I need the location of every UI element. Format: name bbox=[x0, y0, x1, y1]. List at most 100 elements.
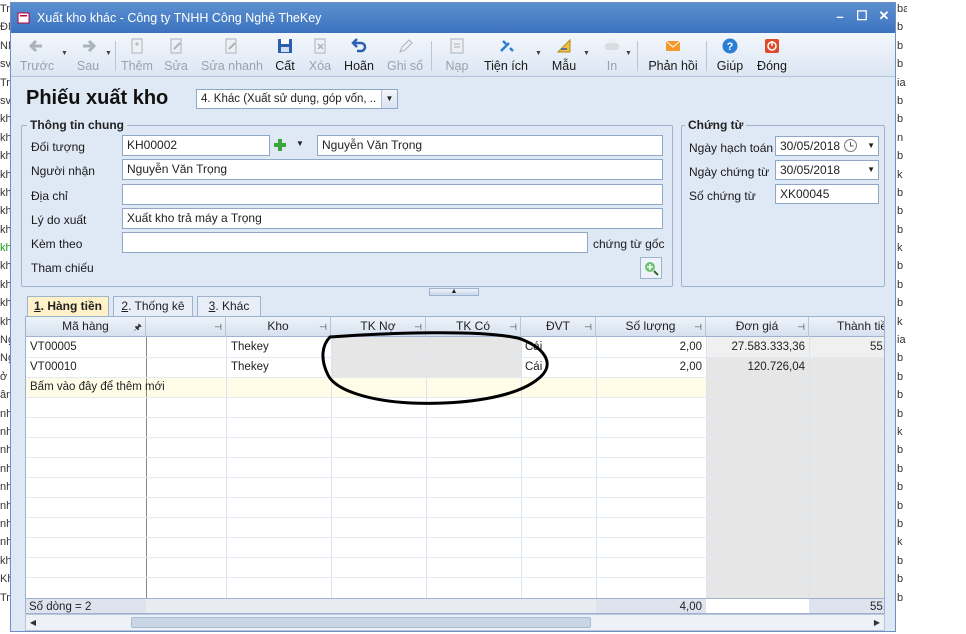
toolbar-label: Sau bbox=[76, 59, 100, 73]
cell-so-luong[interactable]: 2,00 bbox=[596, 357, 702, 377]
cell-don-gia[interactable]: 27.583.333,36 bbox=[706, 337, 805, 357]
kem-theo-input[interactable] bbox=[122, 232, 588, 253]
chevron-down-icon[interactable]: ▼ bbox=[535, 50, 542, 57]
toolbar-btn-phan-hoi[interactable]: Phản hồi bbox=[645, 36, 701, 73]
pin-icon[interactable]: ⊣ bbox=[694, 318, 702, 337]
doi-tuong-code-input[interactable]: KH00002 bbox=[122, 135, 270, 156]
chevron-down-icon[interactable]: ▼ bbox=[61, 50, 68, 57]
toolbar-btn-nap[interactable]: Nạp bbox=[443, 36, 471, 73]
cell-ma-hang[interactable]: VT00010 bbox=[30, 357, 77, 377]
minimize-button[interactable]: – bbox=[833, 9, 847, 24]
nguoi-nhan-input[interactable]: Nguyễn Văn Trọng bbox=[122, 159, 663, 180]
cell-so-luong[interactable]: 2,00 bbox=[596, 337, 702, 357]
tab-thong-ke[interactable]: 2. Thống kê bbox=[113, 296, 193, 316]
toolbar-btn-xoa[interactable]: Xóa bbox=[307, 36, 333, 73]
toolbar-btn-mau[interactable]: Mẫu bbox=[551, 36, 577, 73]
pin-icon[interactable]: ⊣ bbox=[797, 318, 805, 337]
col-thanh-tien[interactable]: Thành tiền bbox=[809, 317, 884, 337]
background-text: b bbox=[897, 150, 904, 163]
general-info-legend: Thông tin chung bbox=[27, 118, 127, 132]
chevron-down-icon[interactable]: ▼ bbox=[296, 139, 304, 148]
col-header-label: Thành tiền bbox=[837, 319, 884, 333]
window-xuat-kho-khac: Xuất kho khác - Công ty TNHH Công Nghệ T… bbox=[10, 2, 896, 632]
toolbar-label: Hoãn bbox=[344, 59, 374, 73]
ngay-chung-tu-input[interactable]: 30/05/2018 ▼ bbox=[775, 160, 879, 180]
envelope-icon bbox=[665, 40, 681, 51]
close-window-button[interactable]: ✕ bbox=[877, 8, 891, 23]
dia-chi-input[interactable] bbox=[122, 184, 663, 205]
toolbar-btn-ghi-so[interactable]: Ghi sổ bbox=[387, 36, 423, 73]
ly-do-input[interactable]: Xuất kho trả máy a Trọng bbox=[122, 208, 663, 229]
cell-kho[interactable]: Thekey bbox=[231, 357, 269, 377]
doi-tuong-name-input[interactable]: Nguyễn Văn Trọng bbox=[317, 135, 663, 156]
toolbar-label: Trước bbox=[19, 59, 55, 73]
cell-ma-hang[interactable]: VT00005 bbox=[30, 337, 77, 357]
new-document-icon bbox=[131, 38, 143, 54]
col-header-label: Kho bbox=[267, 319, 289, 333]
toolbar-btn-hoan[interactable]: Hoãn bbox=[343, 36, 375, 73]
chung-tu-goc-label: chứng từ gốc bbox=[593, 237, 665, 251]
toolbar-btn-cat[interactable]: Cất bbox=[273, 36, 297, 73]
col-blank[interactable]: ⊣ bbox=[146, 317, 226, 337]
background-text: b bbox=[897, 113, 904, 126]
toolbar-btn-in[interactable]: In bbox=[601, 36, 623, 73]
toolbar-btn-sua-nhanh[interactable]: Sửa nhanh bbox=[201, 36, 263, 73]
ngay-hach-toan-input[interactable]: 30/05/2018 ▼ bbox=[775, 136, 879, 156]
collapse-panel-button[interactable]: ▲ bbox=[429, 288, 479, 296]
col-don-gia[interactable]: Đơn giá ⊣ bbox=[706, 317, 809, 337]
tab-khac[interactable]: 3. Khác bbox=[197, 296, 261, 316]
toolbar-label: Thêm bbox=[121, 59, 153, 73]
scroll-left-icon[interactable]: ◀ bbox=[26, 615, 40, 630]
chevron-down-icon[interactable]: ▼ bbox=[105, 50, 112, 57]
col-ma-hang[interactable]: Mã hàng 🖈 bbox=[26, 317, 146, 337]
add-reference-button[interactable] bbox=[640, 257, 662, 279]
tab-label: . Thống kê bbox=[128, 299, 185, 313]
printer-icon bbox=[605, 39, 619, 50]
toolbar-label: Mẫu bbox=[551, 59, 577, 73]
chevron-down-icon[interactable]: ▼ bbox=[625, 50, 632, 57]
chevron-down-icon[interactable]: ▼ bbox=[867, 137, 875, 155]
title-bar: Xuất kho khác - Công ty TNHH Công Nghệ T… bbox=[11, 3, 895, 33]
pin-icon[interactable]: ⊣ bbox=[584, 318, 592, 337]
add-new-row-label[interactable]: Bấm vào đây để thêm mới bbox=[30, 377, 165, 397]
col-header-label: Số lượng bbox=[625, 319, 676, 333]
cell-kho[interactable]: Thekey bbox=[231, 337, 269, 357]
toolbar-btn-them[interactable]: Thêm bbox=[119, 36, 155, 73]
toolbar-label: Ghi sổ bbox=[387, 59, 424, 73]
toolbar-btn-sua[interactable]: Sửa bbox=[161, 36, 191, 73]
background-text: b bbox=[897, 223, 904, 236]
background-text: b bbox=[897, 444, 904, 457]
add-plus-icon[interactable] bbox=[272, 137, 288, 156]
horizontal-scrollbar[interactable]: ◀ ▶ bbox=[25, 614, 885, 631]
tab-hang-tien[interactable]: 1. Hàng tiền bbox=[27, 296, 109, 316]
chevron-down-icon[interactable]: ▼ bbox=[381, 90, 397, 108]
chevron-down-icon[interactable]: ▼ bbox=[583, 50, 590, 57]
ngay-hach-toan-label: Ngày hạch toán bbox=[689, 141, 774, 155]
background-text: b bbox=[897, 554, 904, 567]
scroll-thumb[interactable] bbox=[131, 617, 591, 628]
kem-theo-label: Kèm theo bbox=[31, 237, 83, 251]
power-icon bbox=[765, 39, 779, 53]
toolbar-btn-dong[interactable]: Đóng bbox=[755, 36, 789, 73]
toolbar-btn-sau[interactable]: Sau bbox=[71, 36, 105, 73]
maximize-button[interactable]: ☐ bbox=[855, 8, 869, 23]
toolbar-btn-giup[interactable]: ? Giúp bbox=[715, 36, 745, 73]
cell-don-gia[interactable]: 120.726,04 bbox=[706, 357, 805, 377]
background-text: b bbox=[897, 407, 904, 420]
voucher-type-select[interactable]: 4. Khác (Xuất sử dụng, góp vốn, .. ▼ bbox=[196, 89, 398, 109]
scroll-right-icon[interactable]: ▶ bbox=[870, 615, 884, 630]
background-text: b bbox=[897, 591, 904, 604]
toolbar-btn-tien-ich[interactable]: Tiện ích bbox=[483, 36, 529, 73]
pin-icon[interactable]: ⊣ bbox=[214, 318, 222, 337]
nguoi-nhan-label: Người nhận bbox=[31, 164, 95, 178]
doi-tuong-code-value: KH00002 bbox=[127, 138, 178, 152]
so-chung-tu-value: XK00045 bbox=[780, 187, 830, 201]
clock-icon[interactable] bbox=[843, 138, 858, 155]
so-chung-tu-input[interactable]: XK00045 bbox=[775, 184, 879, 204]
toolbar-btn-truoc[interactable]: Trước bbox=[17, 36, 57, 73]
tham-chieu-label: Tham chiếu bbox=[31, 261, 94, 275]
toolbar-label: Đóng bbox=[757, 59, 787, 73]
chevron-down-icon[interactable]: ▼ bbox=[867, 161, 875, 179]
pin-icon[interactable]: 🖈 bbox=[134, 318, 142, 337]
col-so-luong[interactable]: Số lượng ⊣ bbox=[596, 317, 706, 337]
